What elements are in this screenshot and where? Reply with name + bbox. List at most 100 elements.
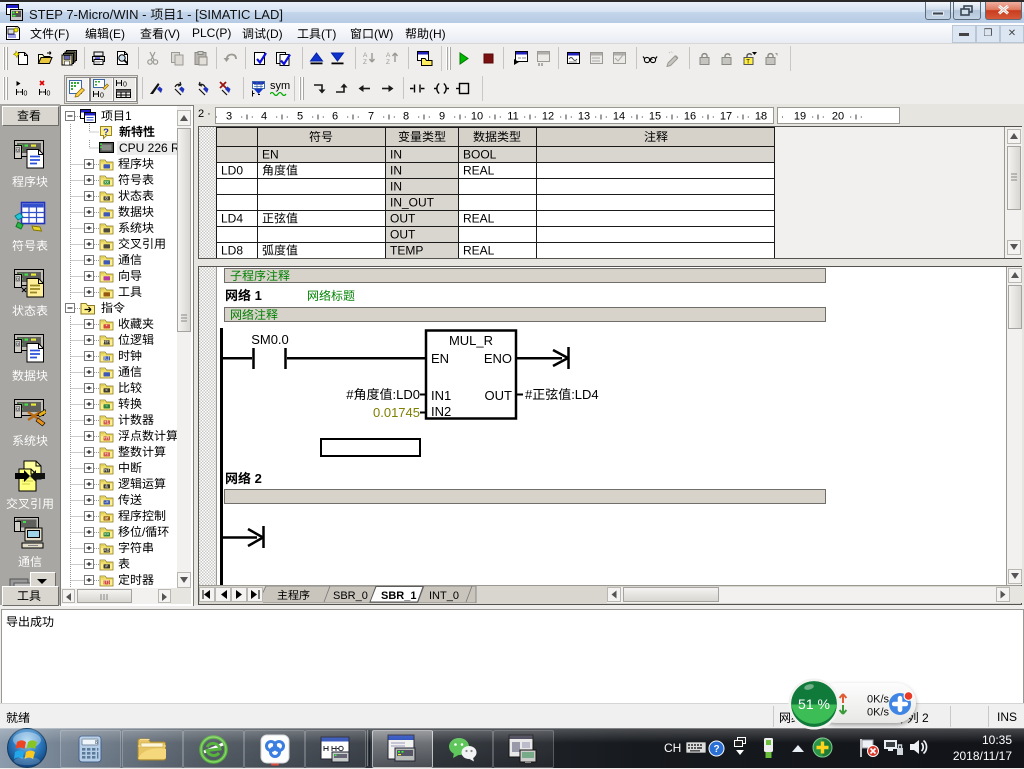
svg-text:(F): (F) <box>54 27 69 41</box>
svg-text:+R: +R <box>103 436 110 441</box>
svg-text:IN: IN <box>390 180 402 194</box>
svg-text:0: 0 <box>47 91 51 98</box>
svg-text:OUT: OUT <box>485 388 513 403</box>
svg-text:4: 4 <box>261 111 267 123</box>
svg-text:· ı ·: · ı · <box>382 112 396 122</box>
svg-text:16: 16 <box>684 111 696 123</box>
svg-text:LD0: LD0 <box>221 164 243 178</box>
svg-text:~: ~ <box>105 404 108 409</box>
svg-text:INT: INT <box>103 468 111 473</box>
svg-text:1 - [SIMATIC LAD]: 1 - [SIMATIC LAD] <box>176 7 283 22</box>
svg-text:14: 14 <box>613 111 625 123</box>
svg-text:· ı ·: · ı · <box>417 112 431 122</box>
svg-text:1: 1 <box>251 288 262 303</box>
svg-text:>>: >> <box>104 532 110 537</box>
svg-text:IN2: IN2 <box>431 404 451 419</box>
svg-text:· ı ·: · ı · <box>559 112 573 122</box>
svg-text:A: A <box>386 52 391 59</box>
svg-text:IN_OUT: IN_OUT <box>390 196 435 210</box>
svg-text:?: ? <box>713 744 719 755</box>
svg-text:5: 5 <box>297 111 303 123</box>
svg-text::LD0: :LD0 <box>393 387 420 402</box>
svg-text:INT_0: INT_0 <box>429 590 459 602</box>
svg-text:· ı ·: · ı · <box>665 112 679 122</box>
svg-text:A: A <box>363 52 368 59</box>
svg-text:OUT: OUT <box>390 212 416 226</box>
svg-text:3: 3 <box>226 111 232 123</box>
svg-text:9: 9 <box>439 111 445 123</box>
svg-text:LD4: LD4 <box>221 212 243 226</box>
svg-text:(H): (H) <box>429 27 446 41</box>
svg-text:10: 10 <box>471 111 483 123</box>
svg-text:· ı ·: · ı · <box>736 112 750 122</box>
svg-text:Z: Z <box>363 59 367 66</box>
svg-text:HH: HH <box>103 340 110 345</box>
svg-text:T: T <box>746 60 750 66</box>
svg-text:(V): (V) <box>164 27 180 41</box>
svg-text:BOOL: BOOL <box>463 148 497 162</box>
svg-text:20: 20 <box>832 111 844 123</box>
svg-text:· ı ·: · ı · <box>215 112 218 122</box>
svg-text:12: 12 <box>542 111 554 123</box>
svg-text:6: 6 <box>332 111 338 123</box>
svg-text:13: 13 <box>578 111 590 123</box>
svg-text:Z: Z <box>386 59 390 66</box>
svg-text:REAL: REAL <box>463 244 495 258</box>
svg-text:· ı ·: · ı · <box>811 112 825 122</box>
svg-text:0K/s: 0K/s <box>867 707 890 719</box>
svg-text:11: 11 <box>507 111 518 123</box>
svg-text:· ı ·: · ı · <box>488 112 502 122</box>
svg-text:·: · <box>760 112 763 122</box>
svg-text:8: 8 <box>403 111 409 123</box>
svg-text:?: ? <box>103 127 109 138</box>
svg-text:SBR_1: SBR_1 <box>381 590 416 602</box>
svg-text::LD4: :LD4 <box>571 387 598 402</box>
svg-text:19: 19 <box>794 111 806 123</box>
svg-text:->: -> <box>104 500 109 505</box>
svg-text:(T): (T) <box>104 580 110 585</box>
svg-text:· ı ·: · ı · <box>240 112 254 122</box>
svg-text:15: 15 <box>649 111 661 123</box>
svg-text:&: & <box>105 484 108 489</box>
svg-text:LD8: LD8 <box>221 244 243 258</box>
svg-text:· ı ·: · ı · <box>849 112 863 122</box>
svg-text:(D): (D) <box>266 27 283 41</box>
svg-text:AB: AB <box>103 548 109 553</box>
svg-text:REAL: REAL <box>463 212 495 226</box>
svg-text:7: 7 <box>368 111 374 123</box>
svg-text:IN: IN <box>390 164 402 178</box>
svg-text:0: 0 <box>123 82 127 89</box>
svg-text:CPU 226 R: CPU 226 R <box>119 141 177 155</box>
svg-text:+I: +I <box>105 452 109 457</box>
svg-text:/: / <box>142 525 146 539</box>
svg-text:ENO: ENO <box>484 351 512 366</box>
svg-text:· ı ·: · ı · <box>594 112 608 122</box>
svg-text:· ı ·: · ı · <box>630 112 644 122</box>
svg-text:· ı ·: · ı · <box>275 112 289 122</box>
svg-text:#: # <box>105 564 108 569</box>
svg-text:17: 17 <box>720 111 732 123</box>
svg-text:2: 2 <box>251 471 262 486</box>
svg-text:EN: EN <box>262 148 279 162</box>
svg-text:0.01745: 0.01745 <box>373 405 420 420</box>
svg-text:#: # <box>346 387 354 402</box>
svg-text:#: # <box>525 387 533 402</box>
svg-text:0K/s: 0K/s <box>867 694 890 706</box>
svg-text:51 %: 51 % <box>798 696 830 712</box>
svg-text:· ı ·: · ı · <box>346 112 360 122</box>
svg-text:TEMP: TEMP <box>390 244 423 258</box>
svg-text:MUL_R: MUL_R <box>449 333 493 348</box>
svg-text:SBR_0: SBR_0 <box>333 590 368 602</box>
svg-text:0: 0 <box>100 93 104 100</box>
svg-text:REAL: REAL <box>463 164 495 178</box>
svg-text:xx: xx <box>104 180 109 185</box>
svg-text:8: 8 <box>95 740 98 746</box>
svg-text:IN1: IN1 <box>431 388 451 403</box>
svg-text:STEP 7-Micro/WIN -: STEP 7-Micro/WIN - <box>29 7 150 22</box>
svg-text:OUT: OUT <box>390 228 416 242</box>
svg-text:1: 1 <box>125 109 132 123</box>
svg-text:(E): (E) <box>109 27 125 41</box>
svg-text:(W): (W) <box>374 27 393 41</box>
svg-text:·: · <box>781 112 784 122</box>
svg-text:8: 8 <box>105 196 108 201</box>
